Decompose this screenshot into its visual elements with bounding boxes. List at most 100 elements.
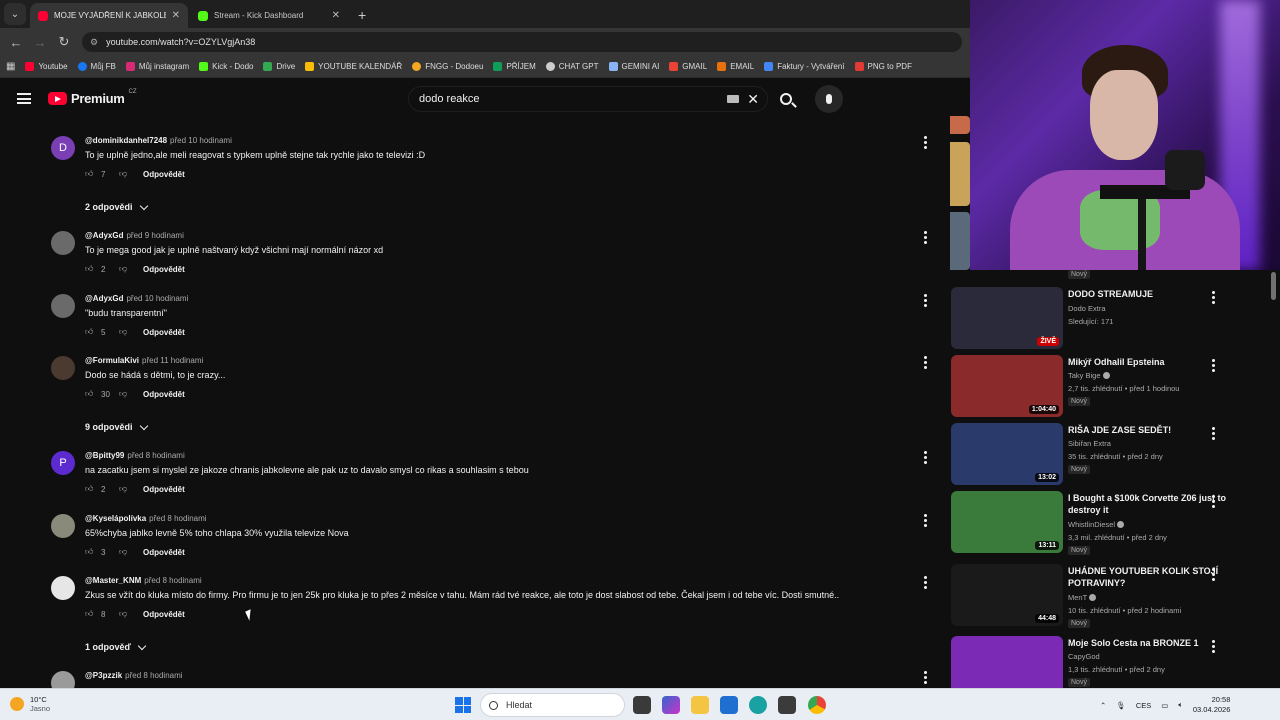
thumbs-up-icon[interactable]: 👍︎ (85, 327, 95, 337)
youtube-logo[interactable]: Premium CZ (48, 89, 137, 106)
comment-author[interactable]: @P3pzzik (85, 671, 122, 680)
video-title[interactable]: I Bought a $100k Corvette Z06 just to de… (1068, 492, 1228, 516)
task-view-icon[interactable] (633, 696, 651, 714)
view-replies-button[interactable]: 9 odpovědi (85, 421, 148, 432)
bookmark[interactable]: Můj FB (77, 62, 116, 71)
bookmark[interactable]: EMAIL (717, 62, 754, 71)
more-options-icon[interactable] (1212, 427, 1216, 442)
reply-button[interactable]: Odpovědět (143, 485, 185, 494)
comment-time[interactable]: před 8 hodinami (125, 671, 182, 680)
recommended-video[interactable]: 44:48 UHÁDNE YOUTUBER KOLIK STOJÍ POTRAV… (950, 564, 1280, 628)
bookmark[interactable]: YOUTUBE KALENDÁŘ (305, 62, 402, 71)
microphone-icon[interactable]: 🎙︎ (1116, 701, 1126, 710)
video-thumbnail[interactable]: 13:11 (951, 491, 1063, 553)
reload-icon[interactable]: ↻ (52, 34, 76, 50)
more-options-icon[interactable] (924, 514, 928, 529)
bookmark[interactable]: Kick - Dodo (199, 62, 253, 71)
file-explorer-icon[interactable] (691, 696, 709, 714)
tab-search-button[interactable]: ⌄ (4, 3, 26, 25)
more-options-icon[interactable] (924, 231, 928, 246)
weather-widget[interactable]: 10°C Jasno (10, 695, 50, 713)
bookmark[interactable]: GEMINI AI (608, 62, 659, 71)
more-options-icon[interactable] (1212, 291, 1216, 306)
close-tab-icon[interactable]: ✕ (332, 10, 340, 21)
comment-author[interactable]: @dominikdanhel7248 (85, 136, 167, 145)
clear-search-icon[interactable]: ✕ (747, 91, 759, 108)
comment-time[interactable]: před 8 hodinami (149, 514, 206, 523)
video-thumbnail[interactable]: 1:04:40 (951, 355, 1063, 417)
video-title[interactable]: Mikýř Odhalil Epsteina (1068, 356, 1228, 368)
tab-kick[interactable]: Stream - Kick Dashboard ✕ (190, 3, 348, 28)
more-options-icon[interactable] (1212, 568, 1216, 583)
reply-button[interactable]: Odpovědět (143, 548, 185, 557)
comment-author[interactable]: @Master_KNM (85, 576, 141, 585)
thumbnail-edge[interactable] (950, 142, 970, 206)
thumbs-down-icon[interactable]: 👎︎ (119, 484, 129, 494)
channel-name[interactable]: Taky Bige (1068, 371, 1110, 380)
more-options-icon[interactable] (924, 356, 928, 371)
more-options-icon[interactable] (1212, 495, 1216, 510)
channel-name[interactable]: Sibiřan Extra (1068, 439, 1111, 448)
thumbs-up-icon[interactable]: 👍︎ (85, 169, 95, 179)
video-title[interactable]: RIŠA JDE ZASE SEDĚT! (1068, 424, 1228, 436)
voice-search-button[interactable] (815, 85, 843, 113)
bookmark[interactable]: Youtube (25, 62, 68, 71)
chrome-icon[interactable] (808, 696, 826, 714)
bookmark[interactable]: Faktury - Vytváření (764, 62, 845, 71)
bookmark[interactable]: Můj instagram (125, 62, 189, 71)
taskbar-search[interactable]: Hledat (480, 693, 625, 717)
recommended-video[interactable]: 1:04:40 Mikýř Odhalil Epsteina Taky Bige… (950, 355, 1280, 419)
bookmark[interactable]: GMAIL (669, 62, 707, 71)
video-title[interactable]: Moje Solo Cesta na BRONZE 1 (1068, 637, 1228, 649)
search-button[interactable] (770, 86, 802, 112)
avatar[interactable]: P (51, 451, 75, 475)
tab-youtube[interactable]: MOJE VYJÁDŘENÍ K JABKOLEVNE ✕ (30, 3, 188, 28)
menu-icon[interactable] (17, 93, 31, 104)
copilot-icon[interactable] (662, 696, 680, 714)
avatar[interactable] (51, 671, 75, 688)
thumbnail-edge[interactable] (950, 116, 970, 134)
channel-name[interactable]: CapyGod (1068, 652, 1100, 661)
reply-button[interactable]: Odpovědět (143, 390, 185, 399)
search-input[interactable]: dodo reakce ✕ (408, 86, 768, 112)
new-tab-button[interactable]: + (358, 7, 366, 23)
bookmark[interactable]: Drive (263, 62, 295, 71)
comment-time[interactable]: před 9 hodinami (126, 231, 183, 240)
comment-time[interactable]: před 10 hodinami (170, 136, 232, 145)
video-thumbnail[interactable]: ŽIVĚ (951, 287, 1063, 349)
more-options-icon[interactable] (924, 576, 928, 591)
thumbs-down-icon[interactable]: 👎︎ (119, 547, 129, 557)
forward-arrow-icon[interactable]: → (28, 35, 52, 50)
volume-icon[interactable]: 🔈︎ (1178, 700, 1183, 710)
network-icon[interactable]: ▭ (1161, 701, 1168, 710)
url-bar[interactable]: ⚙ youtube.com/watch?v=OZYLVgjAn38 (82, 32, 962, 52)
channel-name[interactable]: MenT (1068, 593, 1097, 602)
reply-button[interactable]: Odpovědět (143, 265, 185, 274)
recommended-video[interactable]: 13:11 I Bought a $100k Corvette Z06 just… (950, 491, 1280, 555)
thumbs-down-icon[interactable]: 👎︎ (119, 609, 129, 619)
avatar[interactable] (51, 294, 75, 318)
more-options-icon[interactable] (1212, 359, 1216, 374)
comment-time[interactable]: před 8 hodinami (144, 576, 201, 585)
thumbs-down-icon[interactable]: 👎︎ (119, 389, 129, 399)
close-tab-icon[interactable]: ✕ (172, 10, 180, 21)
apps-grid-icon[interactable]: ▦ (6, 61, 15, 72)
thumbs-up-icon[interactable]: 👍︎ (85, 484, 95, 494)
outlook-icon[interactable] (720, 696, 738, 714)
comment-author[interactable]: @FormulaKivi (85, 356, 139, 365)
more-options-icon[interactable] (924, 451, 928, 466)
video-title[interactable]: DODO STREAMUJE (1068, 288, 1228, 300)
thumbs-down-icon[interactable]: 👎︎ (119, 169, 129, 179)
reply-button[interactable]: Odpovědět (143, 610, 185, 619)
back-arrow-icon[interactable]: ← (4, 35, 28, 50)
more-options-icon[interactable] (924, 294, 928, 309)
comment-time[interactable]: před 11 hodinami (142, 356, 203, 365)
thumbs-up-icon[interactable]: 👍︎ (85, 609, 95, 619)
video-thumbnail[interactable]: 44:48 (951, 564, 1063, 626)
video-title[interactable]: UHÁDNE YOUTUBER KOLIK STOJÍ POTRAVINY? (1068, 565, 1228, 589)
clock[interactable]: 20:58 03.04.2026 (1193, 695, 1231, 715)
thumbnail-edge[interactable] (950, 212, 970, 270)
reply-button[interactable]: Odpovědět (143, 328, 185, 337)
avatar[interactable] (51, 514, 75, 538)
thumbs-down-icon[interactable]: 👎︎ (119, 264, 129, 274)
